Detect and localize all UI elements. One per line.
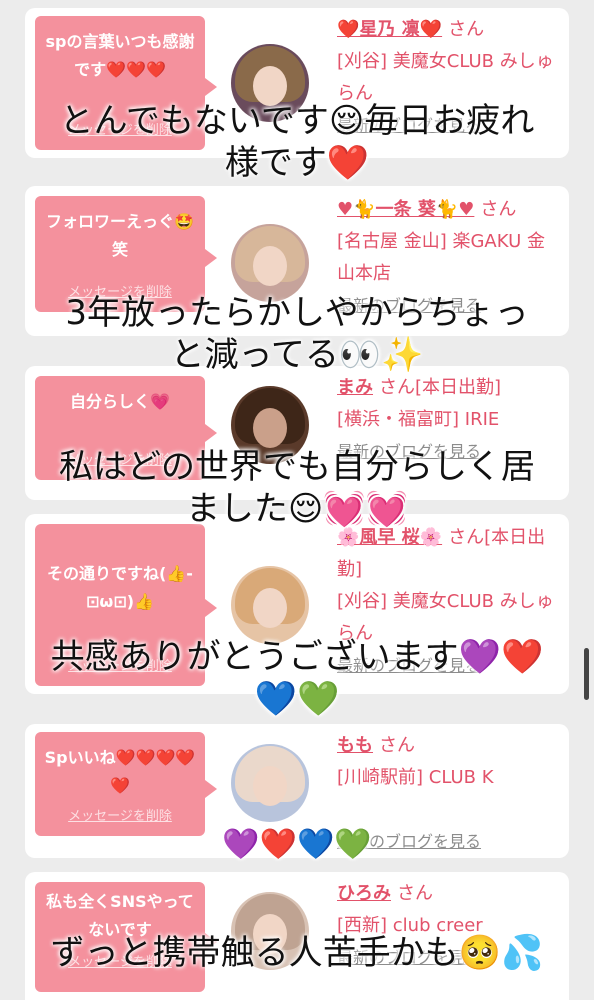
- shop-name: [刈谷] 美魔女CLUB みしゅらん: [337, 51, 554, 104]
- message-text: その通りですね(👍-⊡ω⊡)👍: [47, 564, 193, 611]
- avatar[interactable]: [231, 566, 309, 644]
- user-name-link[interactable]: ♥🐈一条 葵🐈♥: [337, 199, 474, 220]
- user-name-link[interactable]: まみ: [337, 377, 373, 398]
- delete-message-link[interactable]: メッセージを削除: [35, 449, 205, 468]
- delete-message-link[interactable]: メッセージを削除: [35, 951, 205, 970]
- avatar[interactable]: [231, 744, 309, 822]
- delete-message-link[interactable]: メッセージを削除: [35, 805, 205, 824]
- comment-card: spの言葉いつも感謝です❤️❤️❤️ メッセージを削除 ❤️星乃 凛❤️ さん […: [25, 8, 569, 158]
- message-bubble: Spいいね❤️❤️❤️❤️❤️ メッセージを削除: [35, 732, 217, 836]
- delete-message-link[interactable]: メッセージを削除: [35, 119, 205, 138]
- message-text: 自分らしく💗: [70, 392, 170, 411]
- shop-name: [川崎駅前] CLUB K: [337, 767, 494, 788]
- latest-blog-link[interactable]: 最新のブログを見る: [337, 436, 559, 468]
- honorific: さん: [448, 19, 485, 40]
- latest-blog-link[interactable]: 最新のブログを見る: [337, 826, 559, 858]
- delete-message-link[interactable]: メッセージを削除: [35, 281, 205, 300]
- avatar[interactable]: [231, 224, 309, 302]
- message-bubble: その通りですね(👍-⊡ω⊡)👍 メッセージを削除: [35, 524, 217, 686]
- comment-card: 私も全くSNSやってないです メッセージを削除 ひろみ さん [西新] club …: [25, 872, 569, 1000]
- scrollbar[interactable]: [584, 648, 589, 700]
- message-bubble: spの言葉いつも感謝です❤️❤️❤️ メッセージを削除: [35, 16, 217, 150]
- message-text: 私も全くSNSやってないです: [46, 892, 194, 939]
- latest-blog-link[interactable]: 最新のブログを見る: [337, 942, 559, 974]
- message-text: spの言葉いつも感謝です❤️❤️❤️: [45, 32, 195, 79]
- latest-blog-link[interactable]: 最新のブログを見る: [337, 290, 559, 322]
- comment-card: その通りですね(👍-⊡ω⊡)👍 メッセージを削除 🌸風早 桜🌸 さん[本日出勤] …: [25, 514, 569, 694]
- message-bubble: フォロワーえっぐ🤩笑 メッセージを削除: [35, 196, 217, 312]
- shop-name: [横浜・福富町] IRIE: [337, 409, 500, 430]
- honorific: さん: [480, 199, 517, 220]
- user-name-link[interactable]: ❤️星乃 凛❤️: [337, 19, 442, 40]
- shop-name: [刈谷] 美魔女CLUB みしゅらん: [337, 591, 554, 644]
- message-bubble: 私も全くSNSやってないです メッセージを削除: [35, 882, 217, 992]
- latest-blog-link[interactable]: 最新のブログを見る: [337, 110, 559, 142]
- shop-name: [西新] club creer: [337, 915, 483, 936]
- honorific: さん: [397, 883, 433, 904]
- delete-message-link[interactable]: メッセージを削除: [35, 655, 205, 674]
- user-name-link[interactable]: もも: [337, 735, 373, 756]
- user-name-link[interactable]: ひろみ: [337, 883, 391, 904]
- avatar[interactable]: [231, 892, 309, 970]
- comment-card: 自分らしく💗 メッセージを削除 まみ さん[本日出勤] [横浜・福富町] IRIE…: [25, 366, 569, 500]
- comment-card: フォロワーえっぐ🤩笑 メッセージを削除 ♥🐈一条 葵🐈♥ さん [名古屋 金山] …: [25, 186, 569, 336]
- avatar[interactable]: [231, 44, 309, 122]
- message-text: Spいいね❤️❤️❤️❤️❤️: [44, 748, 196, 795]
- shop-name: [名古屋 金山] 楽GAKU 金山本店: [337, 231, 545, 284]
- honorific: さん: [379, 735, 415, 756]
- message-text: フォロワーえっぐ🤩笑: [46, 212, 194, 259]
- message-bubble: 自分らしく💗 メッセージを削除: [35, 376, 217, 480]
- avatar[interactable]: [231, 386, 309, 464]
- honorific: さん[本日出勤]: [379, 377, 502, 398]
- comment-card: Spいいね❤️❤️❤️❤️❤️ メッセージを削除 もも さん [川崎駅前] CLU…: [25, 724, 569, 858]
- latest-blog-link[interactable]: 最新のブログを見る: [337, 650, 559, 682]
- user-name-link[interactable]: 🌸風早 桜🌸: [337, 527, 442, 548]
